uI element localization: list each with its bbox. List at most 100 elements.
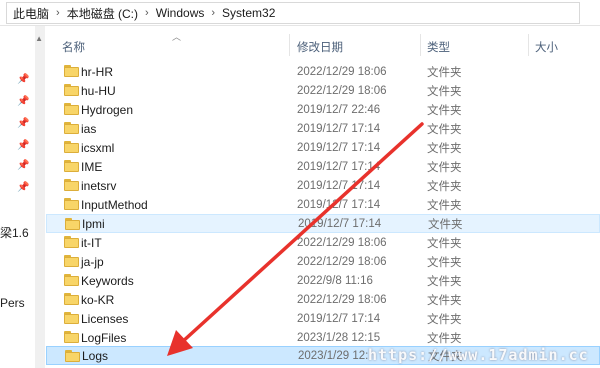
- file-date: 2019/12/7 17:14: [297, 312, 381, 325]
- pin-icon[interactable]: 📌: [17, 118, 29, 129]
- file-name: LogFiles: [81, 330, 127, 345]
- table-row[interactable]: IME 2019/12/7 17:14 文件夹: [46, 157, 600, 176]
- file-type: 文件夹: [427, 237, 462, 250]
- folder-icon: [64, 65, 79, 77]
- file-type: 文件夹: [427, 85, 462, 98]
- file-name: Ipmi: [82, 216, 105, 231]
- folder-icon: [64, 103, 79, 115]
- folder-icon: [65, 350, 80, 362]
- table-row[interactable]: ja-jp 2022/12/29 18:06 文件夹: [46, 252, 600, 271]
- file-date: 2023/1/29 12:: [298, 349, 369, 362]
- file-name: Hydrogen: [81, 102, 134, 117]
- navigation-pane[interactable]: ▲ 📌 📌 📌 📌 📌 📌 梁1.6 Pers: [0, 26, 45, 368]
- file-type: 文件夹: [427, 180, 462, 193]
- pin-icon[interactable]: 📌: [17, 74, 29, 85]
- file-date: 2019/12/7 22:46: [297, 103, 381, 116]
- folder-icon: [64, 84, 79, 96]
- column-header-row: ︿ 名称 修改日期 类型 大小: [46, 26, 600, 64]
- file-type: 文件夹: [427, 332, 462, 345]
- table-row-hovered[interactable]: Ipmi 2019/12/7 17:14 文件夹: [46, 214, 600, 233]
- table-row[interactable]: Licenses 2019/12/7 17:14 文件夹: [46, 309, 600, 328]
- scroll-up-icon[interactable]: ▲: [35, 34, 43, 43]
- file-name: IME: [81, 159, 103, 174]
- file-type: 文件夹: [427, 123, 462, 136]
- folder-icon: [64, 122, 79, 134]
- chevron-right-icon[interactable]: ›: [56, 7, 60, 19]
- table-row[interactable]: hr-HR 2022/12/29 18:06 文件夹: [46, 62, 600, 81]
- table-row[interactable]: hu-HU 2022/12/29 18:06 文件夹: [46, 81, 600, 100]
- nav-item-label[interactable]: 梁1.6: [0, 224, 29, 241]
- file-date: 2023/1/28 12:15: [297, 331, 381, 344]
- folder-icon: [64, 331, 79, 343]
- file-name: icsxml: [81, 140, 115, 155]
- column-header-name[interactable]: 名称: [62, 39, 85, 55]
- chevron-right-icon[interactable]: ›: [211, 7, 215, 19]
- table-row[interactable]: InputMethod 2019/12/7 17:14 文件夹: [46, 195, 600, 214]
- file-type: 文件夹: [427, 275, 462, 288]
- file-name: inetsrv: [81, 178, 117, 193]
- folder-icon: [64, 274, 79, 286]
- file-name: it-IT: [81, 235, 102, 250]
- column-divider[interactable]: [528, 34, 529, 56]
- file-date: 2022/12/29 18:06: [297, 84, 387, 97]
- column-header-date[interactable]: 修改日期: [297, 39, 343, 55]
- file-date: 2019/12/7 17:14: [297, 122, 381, 135]
- table-row[interactable]: inetsrv 2019/12/7 17:14 文件夹: [46, 176, 600, 195]
- table-row[interactable]: ko-KR 2022/12/29 18:06 文件夹: [46, 290, 600, 309]
- folder-icon: [64, 198, 79, 210]
- table-row[interactable]: ias 2019/12/7 17:14 文件夹: [46, 119, 600, 138]
- folder-icon: [64, 160, 79, 172]
- file-name: hr-HR: [81, 64, 113, 79]
- file-type: 文件夹: [427, 294, 462, 307]
- folder-icon: [64, 255, 79, 267]
- file-date: 2022/12/29 18:06: [297, 65, 387, 78]
- chevron-right-icon[interactable]: ›: [145, 7, 149, 19]
- file-type: 文件夹: [427, 256, 462, 269]
- file-date: 2022/12/29 18:06: [297, 255, 387, 268]
- breadcrumb-item-windows[interactable]: Windows: [156, 6, 205, 20]
- folder-icon: [64, 236, 79, 248]
- folder-icon: [65, 218, 80, 230]
- file-type: 文件夹: [428, 218, 463, 231]
- folder-icon: [64, 293, 79, 305]
- pin-icon[interactable]: 📌: [17, 182, 29, 193]
- breadcrumb[interactable]: 此电脑 › 本地磁盘 (C:) › Windows › System32: [6, 2, 580, 24]
- file-type: 文件夹: [427, 161, 462, 174]
- file-name: ja-jp: [81, 254, 104, 269]
- file-type: 文件夹: [427, 104, 462, 117]
- table-row[interactable]: Keywords 2022/9/8 11:16 文件夹: [46, 271, 600, 290]
- column-divider[interactable]: [420, 34, 421, 56]
- folder-icon: [64, 312, 79, 324]
- file-type: 文件夹: [427, 142, 462, 155]
- file-date: 2019/12/7 17:14: [297, 160, 381, 173]
- folder-icon: [64, 179, 79, 191]
- file-name: ko-KR: [81, 292, 115, 307]
- file-date: 2022/12/29 18:06: [297, 236, 387, 249]
- pin-icon[interactable]: 📌: [17, 140, 29, 151]
- watermark: https://www.17admin.cc: [368, 346, 589, 364]
- file-name: Logs: [82, 348, 109, 363]
- table-row[interactable]: icsxml 2019/12/7 17:14 文件夹: [46, 138, 600, 157]
- pin-icon[interactable]: 📌: [17, 160, 29, 171]
- file-name: ias: [81, 121, 97, 136]
- table-row[interactable]: it-IT 2022/12/29 18:06 文件夹: [46, 233, 600, 252]
- nav-scrollbar[interactable]: [35, 26, 45, 368]
- file-name: InputMethod: [81, 197, 148, 212]
- file-type: 文件夹: [427, 66, 462, 79]
- address-bar[interactable]: 此电脑 › 本地磁盘 (C:) › Windows › System32: [0, 0, 600, 26]
- column-header-type[interactable]: 类型: [427, 39, 450, 55]
- file-type: 文件夹: [427, 313, 462, 326]
- column-divider[interactable]: [289, 34, 290, 56]
- breadcrumb-item-local-disk[interactable]: 本地磁盘 (C:): [67, 5, 138, 22]
- file-name: Keywords: [81, 273, 134, 288]
- nav-item-label[interactable]: Pers: [0, 296, 25, 310]
- file-date: 2022/12/29 18:06: [297, 293, 387, 306]
- pin-icon[interactable]: 📌: [17, 96, 29, 107]
- breadcrumb-item-system32[interactable]: System32: [222, 6, 275, 20]
- file-name: Licenses: [81, 311, 129, 326]
- column-header-size[interactable]: 大小: [535, 39, 558, 55]
- table-row[interactable]: Hydrogen 2019/12/7 22:46 文件夹: [46, 100, 600, 119]
- file-date: 2019/12/7 17:14: [297, 141, 381, 154]
- breadcrumb-item-this-pc[interactable]: 此电脑: [13, 5, 49, 22]
- table-row[interactable]: LogFiles 2023/1/28 12:15 文件夹: [46, 328, 600, 347]
